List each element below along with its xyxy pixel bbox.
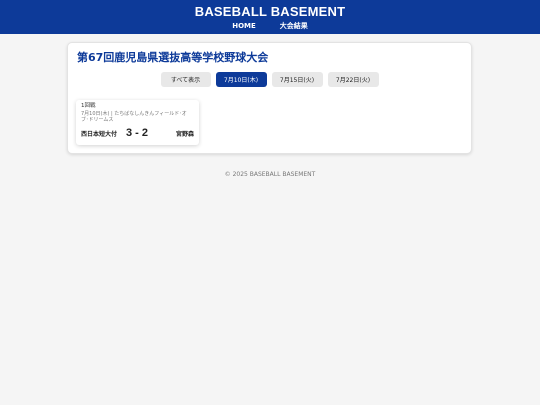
tab-date-0722[interactable]: 7月22日(火) — [327, 72, 379, 87]
tournament-card: 第67回鹿児島県選抜高等学校野球大会 すべて表示 7月10日(木) 7月15日(… — [67, 42, 472, 154]
nav-home-link[interactable]: HOME — [232, 22, 256, 30]
tournament-title: 第67回鹿児島県選抜高等学校野球大会 — [77, 51, 269, 64]
match-info: 7月10日(木) | たちばなしんきんフィールド･オブ･ドリームス — [81, 111, 187, 123]
tab-date-0710[interactable]: 7月10日(木) — [215, 72, 267, 87]
site-title[interactable]: BASEBALL BASEMENT — [0, 0, 540, 18]
tab-date-0715[interactable]: 7月15日(火) — [271, 72, 323, 87]
main-nav: HOME 大会結果 — [0, 22, 540, 30]
date-filter-tabs: すべて表示 7月10日(木) 7月15日(火) 7月22日(火) — [68, 72, 471, 87]
nav-results-link[interactable]: 大会結果 — [280, 22, 308, 30]
away-team-name: 宮野森 — [175, 130, 194, 138]
site-header: BASEBALL BASEMENT HOME 大会結果 — [0, 0, 540, 34]
home-team-name: 西日本短大付 — [81, 130, 118, 138]
footer-copyright: © 2025 BASEBALL BASEMENT — [224, 171, 316, 178]
tab-show-all[interactable]: すべて表示 — [160, 72, 211, 87]
match-card[interactable]: 1回戦 7月10日(木) | たちばなしんきんフィールド･オブ･ドリームス 西日… — [76, 100, 199, 145]
match-score-row: 西日本短大付 3 - 2 宮野森 — [81, 127, 194, 139]
match-score: 3 - 2 — [126, 127, 149, 139]
match-round: 1回戦 — [81, 103, 96, 109]
